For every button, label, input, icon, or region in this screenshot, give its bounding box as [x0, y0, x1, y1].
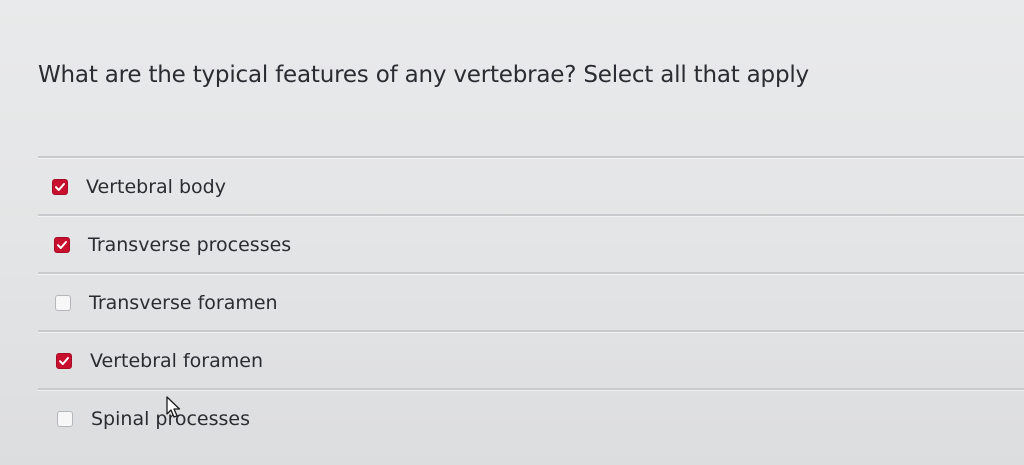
- option-vertebral-foramen[interactable]: Vertebral foramen: [38, 333, 1024, 388]
- checkmark-icon: [55, 182, 65, 191]
- option-label: Vertebral foramen: [90, 349, 264, 372]
- question-text: What are the typical features of any ver…: [38, 62, 809, 88]
- checkbox-unchecked[interactable]: [55, 294, 71, 311]
- option-label: Transverse foramen: [89, 291, 278, 314]
- checkbox-checked[interactable]: [52, 178, 68, 195]
- checkmark-icon: [57, 240, 67, 249]
- checkbox-unchecked[interactable]: [57, 410, 73, 427]
- option-vertebral-body[interactable]: Vertebral body: [38, 159, 1024, 214]
- option-label: Transverse processes: [88, 233, 292, 256]
- checkbox-checked[interactable]: [54, 236, 70, 253]
- mouse-pointer-icon: [166, 396, 182, 424]
- option-spinal-processes[interactable]: Spinal processes: [38, 391, 1024, 446]
- option-transverse-foramen[interactable]: Transverse foramen: [38, 275, 1024, 330]
- option-transverse-processes[interactable]: Transverse processes: [38, 217, 1024, 272]
- checkbox-checked[interactable]: [56, 352, 72, 369]
- answer-options-list: Vertebral body Transverse processes Tran…: [38, 156, 1024, 446]
- option-label: Vertebral body: [86, 175, 226, 198]
- checkmark-icon: [59, 356, 69, 365]
